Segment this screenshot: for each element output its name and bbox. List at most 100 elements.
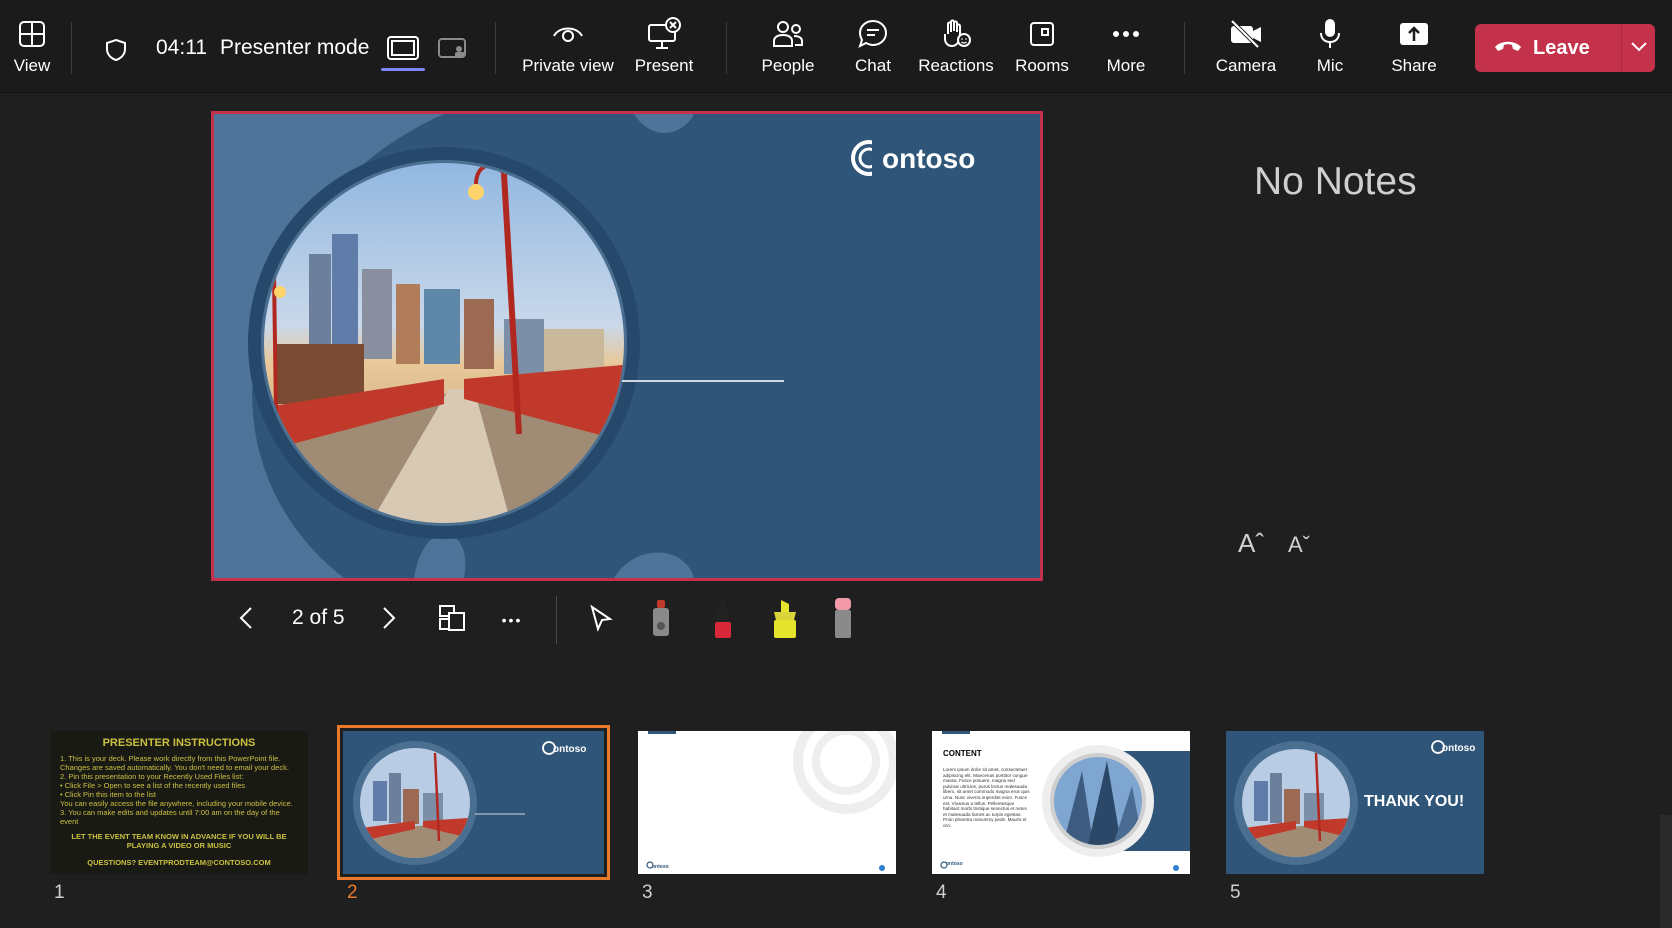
- thumbnail-number: 3: [642, 882, 653, 903]
- leave-button-group: Leave: [1475, 24, 1655, 72]
- instruction-line: You can easily access the file anywhere,…: [60, 799, 293, 808]
- slide-thumbnail-2[interactable]: ontoso: [343, 731, 604, 874]
- view-button[interactable]: View: [8, 14, 56, 84]
- private-view-button[interactable]: Private view: [520, 14, 616, 84]
- thumbnail-artwork: ontoso: [353, 741, 586, 865]
- instruction-line: 1. This is your deck. Please work direct…: [60, 754, 281, 763]
- slide-overview-icon: [437, 603, 467, 638]
- more-label: More: [1106, 56, 1146, 75]
- highlighter-icon: [768, 596, 802, 645]
- raise-hand-icon: [940, 14, 972, 54]
- slide-thumbnail-1[interactable]: PRESENTER INSTRUCTIONS 1. This is your d…: [50, 731, 308, 874]
- private-view-label: Private view: [522, 56, 614, 75]
- increase-font-button[interactable]: Aˆ: [1238, 528, 1264, 559]
- rooms-button[interactable]: Rooms: [1012, 14, 1072, 84]
- eraser-tool[interactable]: [826, 597, 860, 640]
- chat-button[interactable]: Chat: [844, 14, 902, 84]
- laser-icon: [648, 598, 674, 643]
- eraser-icon: [830, 596, 856, 645]
- more-button[interactable]: More: [1098, 14, 1154, 84]
- chevron-right-icon: [382, 606, 396, 635]
- stop-present-icon: [647, 14, 681, 54]
- meeting-timer: 04:11: [156, 36, 207, 59]
- hang-up-icon: [1493, 37, 1523, 60]
- more-slide-options-button[interactable]: •••: [492, 600, 532, 640]
- thumbnail-number: 4: [936, 882, 947, 903]
- camera-off-icon: [1228, 14, 1264, 54]
- slide-thumbnail-5[interactable]: ontoso THANK YOU!: [1226, 731, 1484, 874]
- slide-overview-button[interactable]: [432, 600, 472, 640]
- toolbar-divider: [71, 22, 72, 74]
- toolbar-divider: [1184, 22, 1185, 74]
- instruction-contact: QUESTIONS? EVENTPRODTEAM@CONTOSO.COM: [87, 858, 271, 867]
- share-button[interactable]: Share: [1384, 14, 1444, 84]
- thumbnail-artwork: [940, 745, 1190, 871]
- thumbnail-logo-text: ontoso: [652, 864, 669, 870]
- active-layout-indicator: [381, 68, 425, 71]
- next-slide-button[interactable]: [373, 600, 405, 640]
- more-dots-icon: [1111, 14, 1141, 54]
- instruction-line: • Click File > Open to see a list of the…: [60, 781, 246, 790]
- slide-artwork: ontoso: [214, 114, 1040, 578]
- eye-icon: [552, 14, 584, 54]
- view-label: View: [13, 56, 51, 75]
- stop-presenting-button[interactable]: Present: [632, 14, 696, 84]
- thumbnail-title: PRESENTER INSTRUCTIONS: [102, 737, 256, 749]
- thumbnail-artwork: ontoso THANK YOU!: [1234, 740, 1475, 865]
- shield-icon[interactable]: [98, 32, 134, 68]
- slide-counter: 2 of 5: [292, 606, 345, 629]
- thumbnail-logo-text: ontoso: [553, 744, 586, 755]
- notes-placeholder: No Notes: [1254, 160, 1417, 203]
- red-pen-icon: [710, 596, 736, 645]
- camera-button[interactable]: Camera: [1210, 14, 1282, 84]
- rooms-icon: [1027, 14, 1057, 54]
- instruction-line: 3. You can make edits and updates until …: [60, 808, 280, 826]
- instruction-line: • Click Pin this item to the list: [60, 790, 156, 799]
- pointer-arrow-icon: [588, 604, 614, 637]
- chevron-down-icon: [1630, 39, 1648, 57]
- slide-thumbnail-3[interactable]: ontoso: [638, 731, 896, 874]
- thumbnail-logo-text: ontoso: [946, 861, 963, 867]
- thumbnail-number: 1: [54, 882, 65, 903]
- people-icon: [771, 14, 805, 54]
- instruction-line: Changes are saved automatically. You don…: [60, 763, 289, 772]
- standout-layout-icon: [387, 35, 419, 66]
- presenter-mode-label: Presenter mode: [220, 36, 370, 59]
- toolbar-divider: [495, 22, 496, 74]
- controls-divider: [556, 596, 557, 644]
- reporter-layout-icon: [438, 36, 468, 65]
- meeting-toolbar: View 04:11 Presenter mode Private view P…: [0, 0, 1672, 93]
- previous-slide-button[interactable]: [230, 600, 262, 640]
- camera-label: Camera: [1215, 56, 1277, 75]
- people-button[interactable]: People: [752, 14, 824, 84]
- rooms-label: Rooms: [1015, 56, 1069, 75]
- chat-icon: [857, 14, 889, 54]
- slide-thumbnail-4[interactable]: CONTENT Lorem ipsum dolor sit amet, cons…: [932, 731, 1190, 874]
- microphone-icon: [1317, 14, 1343, 54]
- thumbnail-artwork: ontoso: [646, 731, 896, 871]
- current-slide: ontoso: [211, 111, 1043, 581]
- reactions-button[interactable]: Reactions: [918, 14, 994, 84]
- thumbnail-number: 5: [1230, 882, 1241, 903]
- highlighter-tool[interactable]: [768, 599, 802, 640]
- grid-icon: [18, 14, 46, 54]
- thumbnail-logo-text: ontoso: [1442, 743, 1475, 754]
- leave-options-dropdown[interactable]: [1622, 24, 1655, 72]
- pen-tool[interactable]: [706, 597, 740, 640]
- chat-label: Chat: [855, 56, 891, 75]
- thumbnail-number: 2: [347, 882, 358, 903]
- laser-pointer-tool[interactable]: [584, 600, 618, 640]
- mic-button[interactable]: Mic: [1308, 14, 1352, 84]
- people-label: People: [761, 56, 815, 75]
- instruction-line: 2. Pin this presentation to your Recentl…: [60, 772, 244, 781]
- chevron-left-icon: [239, 606, 253, 635]
- share-label: Share: [1391, 56, 1437, 75]
- laser-tool[interactable]: [644, 598, 678, 643]
- leave-label: Leave: [1533, 36, 1590, 59]
- contoso-logo-text: ontoso: [882, 143, 975, 174]
- side-by-side-layout-button[interactable]: [433, 32, 473, 68]
- thumbnail-scrollbar[interactable]: [1660, 815, 1672, 928]
- standout-layout-button[interactable]: [383, 32, 423, 68]
- leave-button[interactable]: Leave: [1475, 24, 1621, 72]
- decrease-font-button[interactable]: Aˇ: [1288, 532, 1310, 558]
